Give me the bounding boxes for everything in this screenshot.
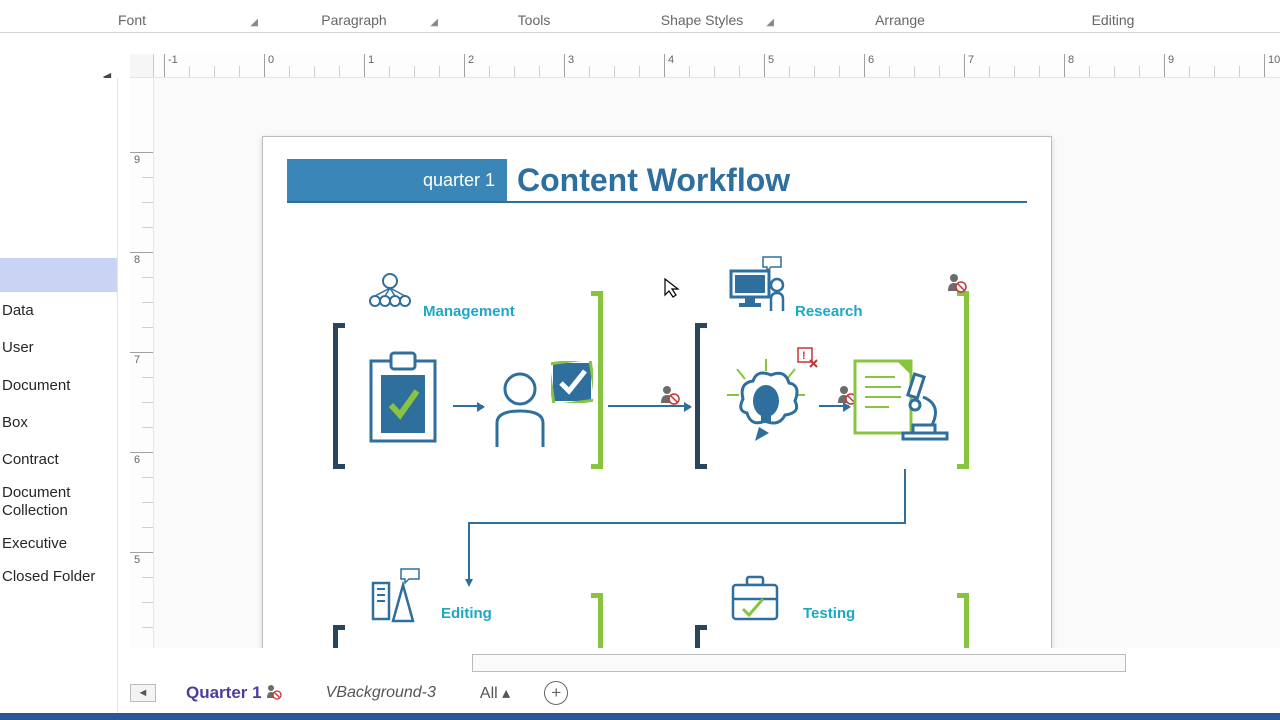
ribbon-group-editing[interactable]: Editing [1020,0,1206,32]
comment-bubble-icon[interactable] [761,255,783,273]
arrow-connector[interactable] [608,405,690,407]
sheet-tab-vbackground[interactable]: VBackground-3 [304,678,458,708]
vertical-ruler[interactable]: 98765 [130,78,154,648]
add-sheet-button[interactable]: + [544,681,568,705]
shape-stencil-item[interactable]: Data [0,292,117,329]
quarter-label[interactable]: quarter 1 [287,159,507,201]
svg-text:!: ! [802,350,806,362]
ribbon-group-font[interactable]: Font◢ [0,0,264,32]
dialog-launcher-icon[interactable]: ◢ [430,17,438,28]
shape-stencil-item[interactable]: Closed Folder [0,562,117,591]
comment-bubble-icon[interactable] [399,567,421,585]
person-denied-badge-icon[interactable] [660,385,680,405]
shape-stencil-item[interactable]: Document [0,367,117,404]
brainstorm-icon[interactable] [719,355,813,449]
drawing-page[interactable]: quarter 1 Content Workflow Management [262,136,1052,648]
chevron-up-icon: ▴ [502,685,510,702]
sheet-tab-quarter-1[interactable]: Quarter 1 [164,677,304,709]
mouse-cursor-icon [663,277,681,299]
elbow-connector[interactable] [463,469,913,589]
shape-stencil-item[interactable]: Document Collection [0,478,117,525]
sheet-tab-all[interactable]: All ▴ [458,677,532,709]
shapes-panel: DataUserDocumentBoxContractDocument Coll… [0,78,118,720]
briefcase-check-icon[interactable] [729,575,781,623]
stage-label-management[interactable]: Management [423,303,515,320]
check-square-icon[interactable] [551,361,593,403]
arrow-connector[interactable] [453,405,483,407]
bracket-left[interactable] [333,625,345,648]
stage-label-research[interactable]: Research [795,303,863,320]
person-denied-badge-icon[interactable] [947,273,967,293]
ribbon-group-arrange[interactable]: Arrange [780,0,1020,32]
drawing-canvas[interactable]: quarter 1 Content Workflow Management [154,78,1280,648]
ribbon-group-shape-styles[interactable]: Shape Styles◢ [624,0,780,32]
status-bar [0,713,1280,720]
bracket-left[interactable] [695,323,707,469]
horizontal-ruler[interactable]: -1012345678910 [130,54,1280,78]
dialog-launcher-icon[interactable]: ◢ [766,17,774,28]
ribbon-group-paragraph[interactable]: Paragraph◢ [264,0,444,32]
alert-icon[interactable]: ! [797,347,819,369]
shape-stencil-item[interactable]: Box [0,404,117,441]
document-microscope-icon[interactable] [853,355,949,445]
shape-stencil-item[interactable]: Executive [0,525,117,562]
ruler-origin [130,54,154,77]
sheet-tab-bar: ◄ Quarter 1 VBackground-3 All ▴ + [130,673,1280,713]
bracket-right[interactable] [591,593,603,648]
bracket-left[interactable] [333,323,345,469]
shape-stencil-item[interactable]: Contract [0,441,117,478]
stage-label-editing[interactable]: Editing [441,605,492,622]
dialog-launcher-icon[interactable]: ◢ [250,17,258,28]
sheet-scroll-left-button[interactable]: ◄ [130,684,156,702]
user-icon[interactable] [491,371,549,449]
person-denied-badge-icon [266,684,282,701]
shapes-panel-selected-stencil[interactable] [0,258,117,292]
bracket-right[interactable] [957,291,969,469]
clipboard-check-icon[interactable] [365,351,441,445]
arrow-connector[interactable] [819,405,849,407]
bracket-right[interactable] [957,593,969,648]
page-title[interactable]: Content Workflow [507,159,1027,201]
management-icon[interactable] [367,271,413,315]
bracket-left[interactable] [695,625,707,648]
ribbon-group-tools[interactable]: Tools [444,0,624,32]
stage-label-testing[interactable]: Testing [803,605,855,622]
horizontal-scrollbar[interactable] [472,654,1126,672]
shape-stencil-item[interactable]: User [0,329,117,366]
ribbon: Font◢ Paragraph◢ Tools Shape Styles◢ Arr… [0,0,1280,33]
page-title-band: quarter 1 Content Workflow [287,159,1027,203]
